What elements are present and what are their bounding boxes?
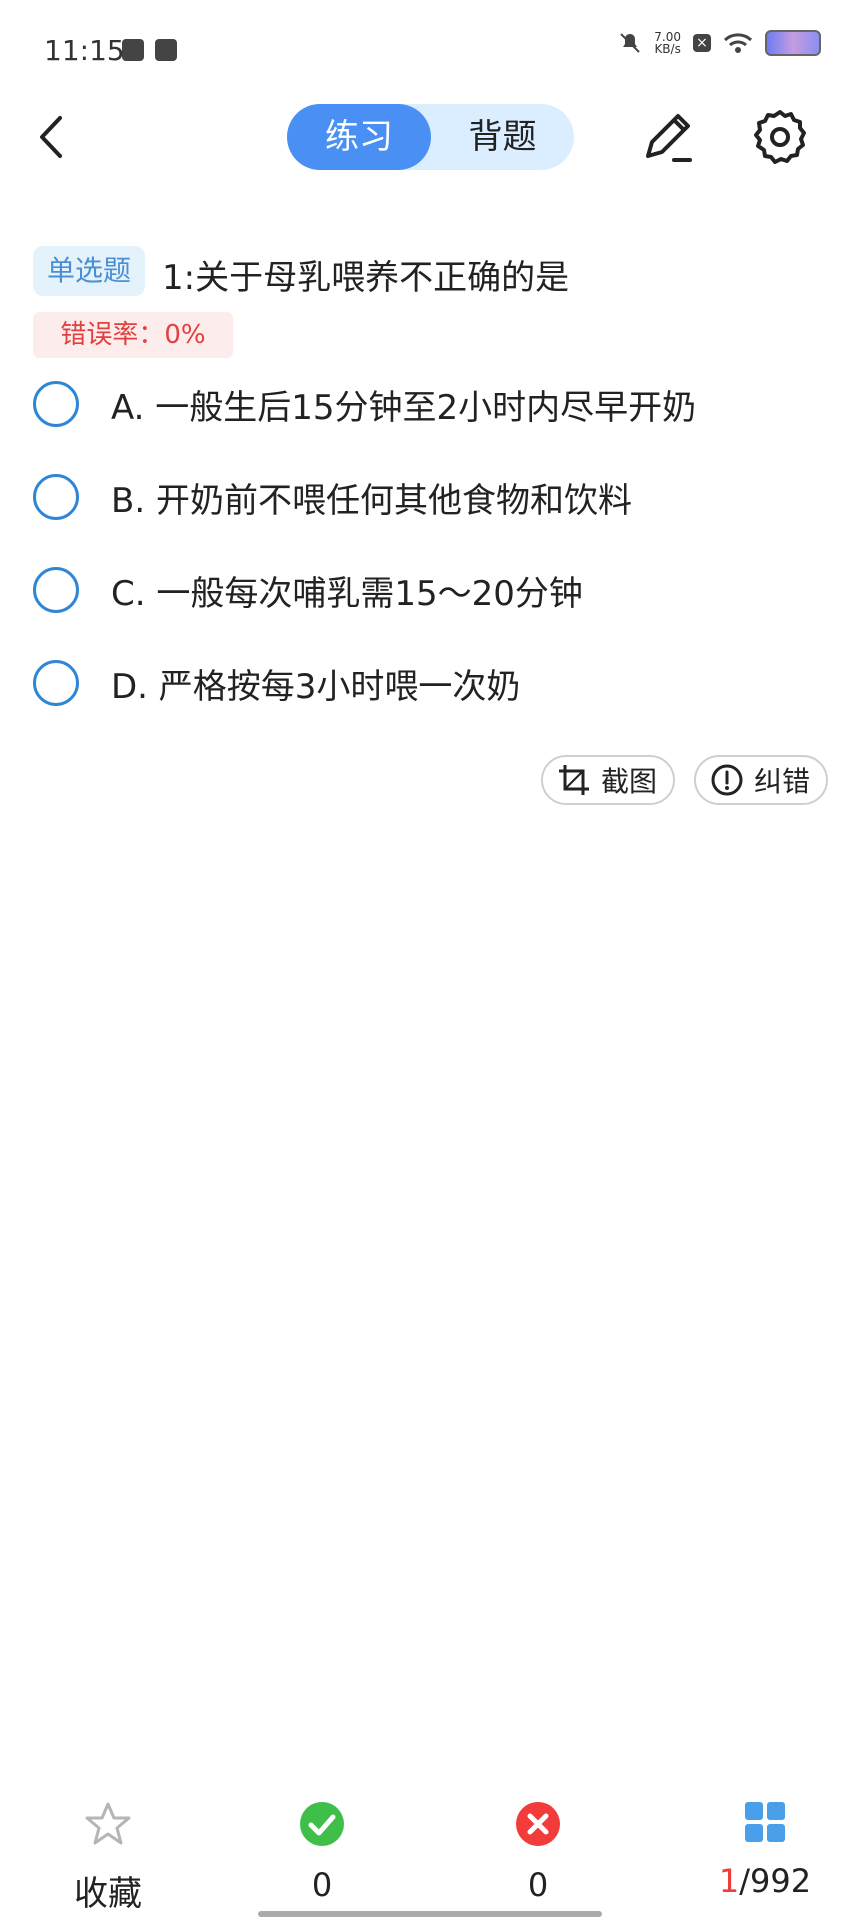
tab-practice[interactable]: 练习 [287,104,431,170]
net-speed: 7.00 KB/s [654,31,681,55]
radio-b[interactable] [33,474,79,520]
error-rate-badge: 错误率：0% [33,312,233,358]
question-grid-button[interactable]: 1/992 [700,1800,830,1900]
option-a[interactable]: A. 一般生后15分钟至2小时内尽早开奶 [33,374,833,434]
wifi-icon [723,33,753,53]
wrong-count: 0 [527,1866,549,1904]
exclamation-circle-icon [711,764,743,796]
home-indicator[interactable] [258,1911,602,1917]
option-b[interactable]: B. 开奶前不喂任何其他食物和饮料 [33,467,833,527]
settings-gear-icon[interactable] [752,108,808,164]
mute-bell-icon [620,33,640,53]
correct-counter[interactable]: 0 [272,1800,372,1904]
option-c[interactable]: C. 一般每次哺乳需15～20分钟 [33,560,833,620]
sim-card-icon [122,39,144,61]
screenshot-label: 截图 [601,765,658,798]
option-c-label: C. 一般每次哺乳需15～20分钟 [111,573,583,614]
current-index: 1 [718,1862,740,1900]
favorite-label: 收藏 [74,1874,142,1914]
option-d-label: D. 严格按每3小时喂一次奶 [111,666,521,707]
status-right: 7.00 KB/s × [618,30,821,56]
total-count: /992 [739,1862,812,1900]
wrong-counter[interactable]: 0 [488,1800,588,1904]
check-circle-icon [300,1802,344,1846]
star-icon [85,1802,131,1845]
favorite-button[interactable]: 收藏 [58,1800,158,1915]
option-a-label: A. 一般生后15分钟至2小时内尽早开奶 [111,387,697,428]
pen-icon[interactable] [638,108,696,168]
crop-icon [559,765,589,795]
option-b-label: B. 开奶前不喂任何其他食物和饮料 [111,480,632,521]
correct-count: 0 [311,1866,333,1904]
x-circle-icon [516,1802,560,1846]
net-speed-unit: KB/s [654,42,681,56]
option-d[interactable]: D. 严格按每3小时喂一次奶 [33,653,833,713]
no-sim-icon: × [693,34,711,52]
report-error-label: 纠错 [754,765,811,798]
screenshot-button[interactable]: 截图 [541,755,675,805]
status-time: 11:15 [44,34,125,67]
question-title: 1:关于母乳喂养不正确的是 [162,258,570,298]
progress-indicator: 1/992 [700,1862,830,1900]
back-icon[interactable] [32,110,72,164]
radio-d[interactable] [33,660,79,706]
mode-segmented-control: 练习 背题 [287,104,574,170]
tab-memorize[interactable]: 背题 [431,104,574,170]
notification-icon [155,39,177,61]
radio-a[interactable] [33,381,79,427]
report-error-button[interactable]: 纠错 [694,755,828,805]
question-type-badge: 单选题 [33,246,145,296]
battery-icon [765,30,821,56]
radio-c[interactable] [33,567,79,613]
grid-icon [745,1802,785,1842]
